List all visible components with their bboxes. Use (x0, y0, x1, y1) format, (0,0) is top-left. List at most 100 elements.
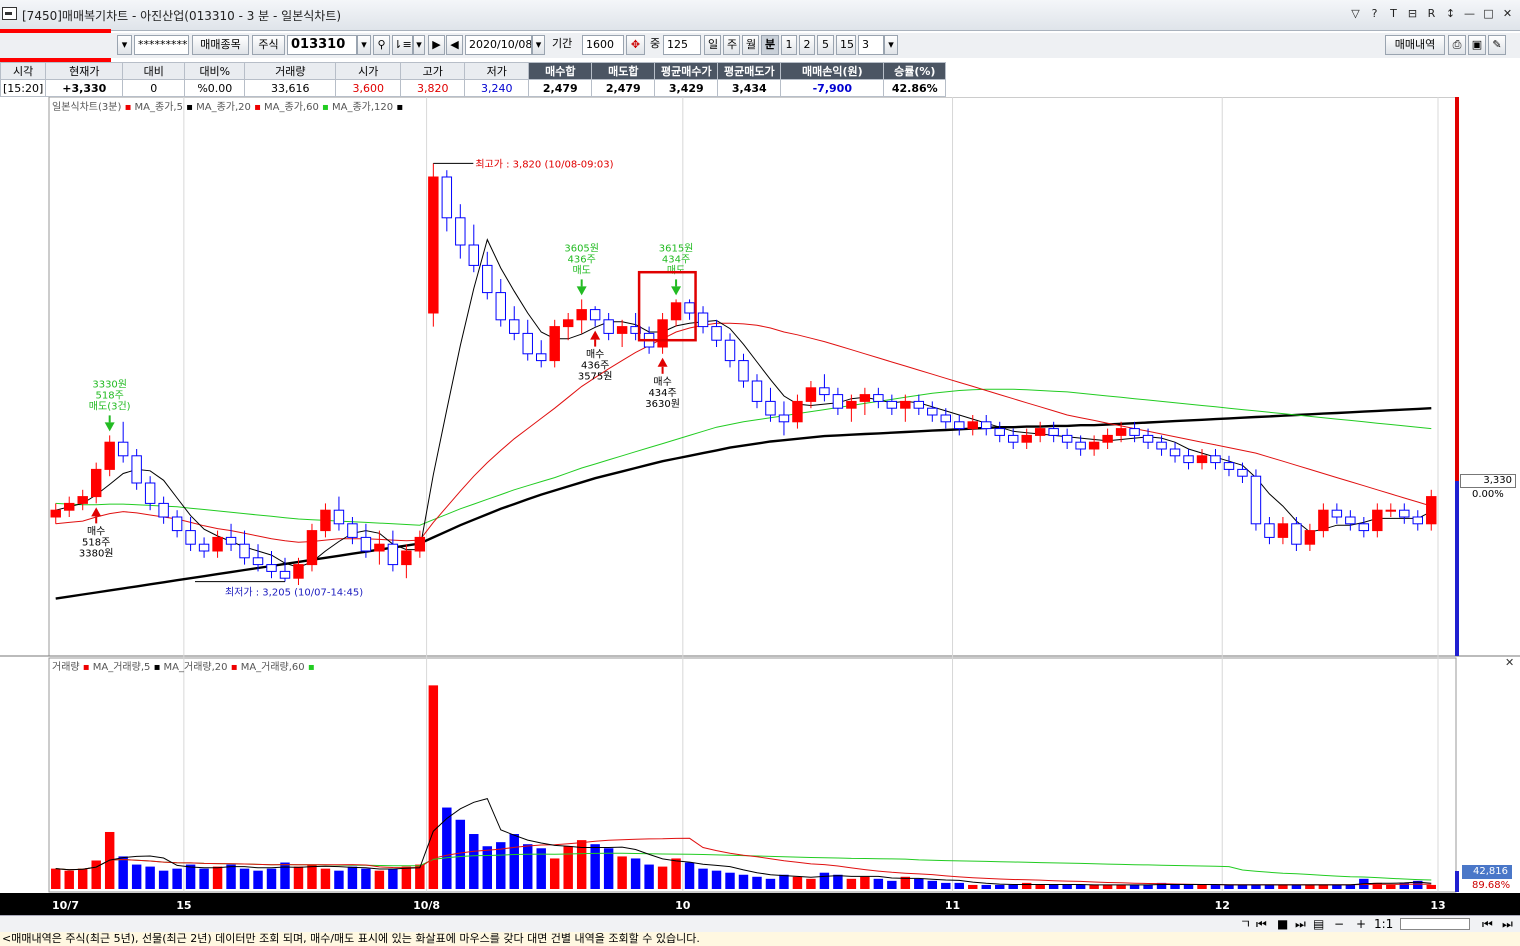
candle-up (1426, 496, 1437, 525)
candle-up (401, 550, 412, 566)
candle-down (144, 482, 156, 504)
candle-down (455, 217, 466, 246)
volume-bar (657, 866, 668, 889)
period-input[interactable]: 1600 (582, 35, 624, 55)
volume-bar (1278, 884, 1288, 889)
candle-down (927, 407, 938, 416)
zoom-out-icon[interactable]: − (1334, 916, 1344, 932)
market-type-button[interactable]: 주식 (252, 35, 285, 55)
close-icon[interactable]: ✕ (1499, 5, 1516, 22)
candle-down (751, 380, 763, 402)
zoom-ratio-icon[interactable]: 1:1 (1374, 916, 1393, 932)
maximize-icon[interactable]: □ (1480, 5, 1497, 22)
candle-down (832, 394, 844, 409)
value-pnl: -7,900 (780, 79, 885, 97)
candle-down (509, 319, 520, 334)
volume-bar (1062, 884, 1072, 889)
app-icon (2, 7, 17, 20)
stock-code-dropdown-icon[interactable]: ▾ (357, 35, 371, 55)
interval-1-button[interactable]: 1 (781, 35, 797, 55)
scroll-end-icon[interactable]: ⏭ (1502, 916, 1513, 932)
settings-icon[interactable]: ✎ (1488, 35, 1506, 55)
stop-icon[interactable]: ■ (1277, 916, 1288, 932)
volume-bar (1318, 884, 1329, 889)
candle-up (414, 536, 426, 552)
window-titlebar: [7450]매매복기차트 - 아진산업(013310 - 3 분 - 일본식차트… (0, 0, 1520, 31)
password-field[interactable]: ********* (134, 35, 189, 55)
table-view-icon[interactable]: ▤ (1313, 916, 1324, 932)
candle-down (697, 312, 709, 328)
candle-up (77, 496, 88, 504)
volume-bar (482, 846, 492, 889)
candle-down (954, 421, 965, 430)
volume-bar (603, 848, 614, 889)
candle-down (1237, 468, 1248, 477)
forward-icon[interactable]: ⏭ (1295, 916, 1306, 932)
volume-bar (1237, 884, 1248, 889)
volume-bar (698, 868, 708, 889)
legend-ma60: MA_종가,60 (264, 102, 319, 113)
sort-dropdown-icon[interactable]: ▾ (413, 35, 425, 55)
minimize-icon[interactable]: — (1461, 5, 1478, 22)
minute-button[interactable]: 분 (761, 35, 779, 55)
volume-pct-label: 89.68% (1472, 880, 1511, 891)
next-icon[interactable]: ▶ (428, 35, 445, 55)
volume-bar (320, 868, 331, 889)
volume-bar (293, 866, 304, 889)
candle-up (1102, 434, 1113, 443)
text-icon[interactable]: T (1385, 5, 1402, 22)
rewind-icon[interactable]: ⏮ (1256, 916, 1267, 932)
date-input[interactable]: 2020/10/08 (465, 35, 532, 55)
bookmark-icon[interactable]: ▽ (1347, 5, 1364, 22)
interval-dropdown-icon[interactable]: ▾ (884, 35, 898, 55)
candle-up (104, 441, 115, 470)
candle-down (1210, 455, 1221, 464)
value-avg-buy: 3,429 (654, 79, 719, 97)
interval-15-button[interactable]: 15 (836, 35, 856, 55)
volume-bar (860, 876, 870, 889)
candle-up (900, 400, 911, 409)
close-pane-icon[interactable]: ✕ (1505, 656, 1514, 669)
date-dropdown-icon[interactable]: ▾ (532, 35, 545, 55)
nav-mode-icon[interactable]: ㄱ (1240, 916, 1251, 932)
sell-annotation: 518주 (96, 390, 124, 401)
week-button[interactable]: 주 (723, 35, 740, 55)
prev-icon[interactable]: ◀ (446, 35, 463, 55)
count-input[interactable]: 125 (663, 35, 701, 55)
print-icon[interactable]: ⎙ (1448, 35, 1466, 55)
save-icon[interactable]: ▣ (1468, 35, 1486, 55)
account-dropdown-icon[interactable]: ▾ (117, 35, 132, 55)
volume-bar (1102, 884, 1113, 889)
crosshair-icon[interactable]: ✥ (626, 35, 645, 55)
volume-bar (185, 864, 196, 889)
link-icon[interactable]: ⊟ (1404, 5, 1421, 22)
refresh-icon[interactable]: R (1423, 5, 1440, 22)
day-button[interactable]: 일 (704, 35, 721, 55)
month-button[interactable]: 월 (742, 35, 759, 55)
volume-bar (388, 868, 398, 889)
trade-item-button[interactable]: 매매종목 (192, 35, 249, 55)
candle-up (1304, 530, 1316, 545)
candlestick-chart[interactable]: 10/7 15 10/8 10 11 12 13 최고가 : 3,820 (10/08-09:… (0, 97, 1520, 915)
candle-down (886, 400, 898, 409)
sort-icon[interactable]: ⇂≡ (392, 35, 413, 55)
interval-input[interactable]: 3 (858, 35, 884, 55)
zoom-slider[interactable] (1400, 918, 1470, 930)
pin-icon[interactable]: ↕ (1442, 5, 1459, 22)
value-volume: 33,616 (244, 79, 337, 97)
candle-up (657, 319, 668, 348)
scroll-start-icon[interactable]: ⏮ (1482, 916, 1493, 932)
chart-area[interactable]: 10/7 15 10/8 10 11 12 13 최고가 : 3,820 (10/08-09:… (0, 97, 1520, 915)
sell-annotation: 매도 (667, 264, 685, 276)
volume-bar (644, 864, 654, 889)
buy-annotation: 434주 (648, 388, 676, 399)
help-icon[interactable]: ? (1366, 5, 1383, 22)
candle-down (684, 302, 695, 314)
search-icon[interactable]: ⚲ (373, 35, 390, 55)
interval-2-button[interactable]: 2 (799, 35, 815, 55)
sell-annotation: 매도(3건) (89, 400, 131, 412)
stock-code-input[interactable]: 013310 (287, 35, 357, 55)
interval-5-button[interactable]: 5 (817, 35, 834, 55)
trade-history-button[interactable]: 매매내역 (1385, 35, 1445, 55)
zoom-in-icon[interactable]: + (1356, 916, 1366, 932)
